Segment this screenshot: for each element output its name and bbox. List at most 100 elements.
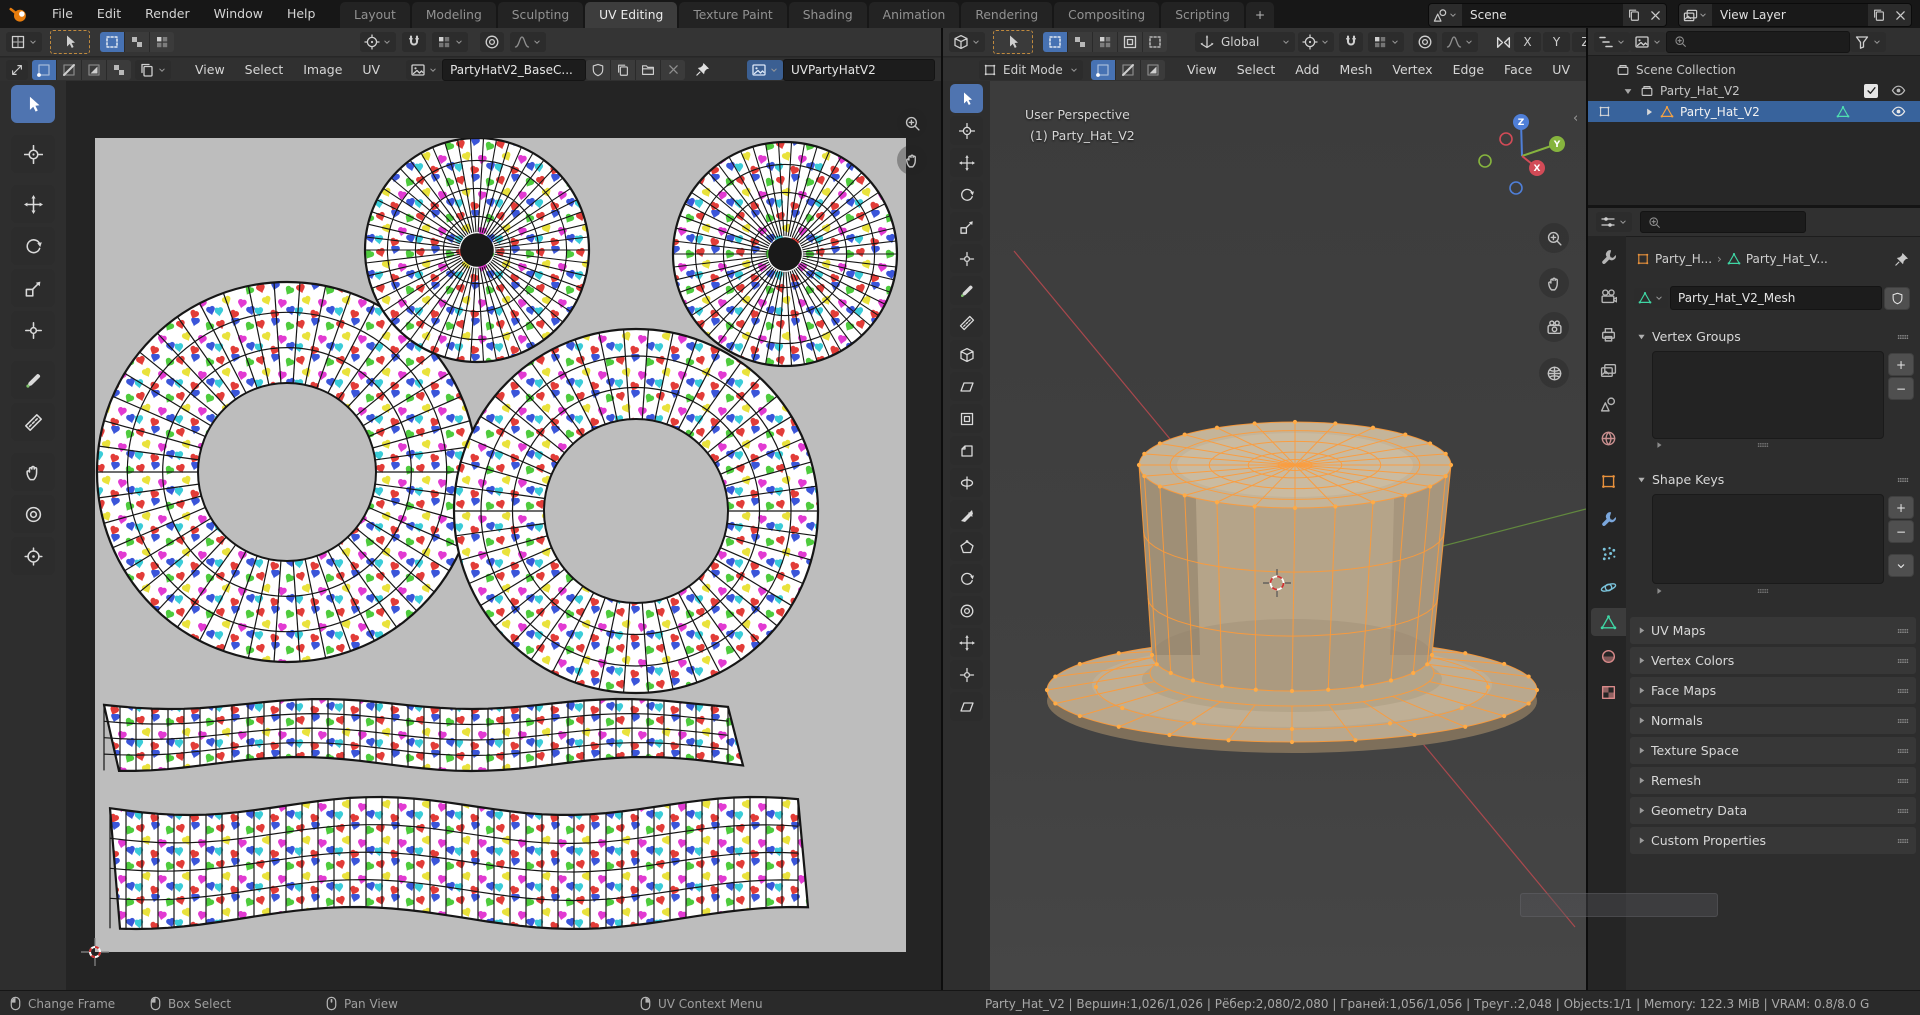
panel-normals[interactable]: Normals (1630, 707, 1916, 734)
proportional-toggle[interactable] (1413, 32, 1437, 52)
outliner-row-collection[interactable]: Party_Hat_V2 (1588, 80, 1920, 101)
breadcrumb-object[interactable]: Party_H... (1655, 252, 1712, 266)
orientation-dropdown[interactable]: Global (1195, 32, 1295, 52)
view-layer-name[interactable]: View Layer (1712, 4, 1868, 26)
viewport-measure-tool-button[interactable] (950, 308, 983, 337)
mode-dropdown[interactable]: Edit Mode (979, 59, 1084, 80)
uv-vertex-mode-button[interactable] (32, 59, 57, 80)
vertex-group-add-button[interactable]: + (1888, 353, 1914, 376)
mirror-z-button[interactable]: Z (1572, 32, 1586, 52)
pivot-dropdown[interactable] (1298, 32, 1334, 52)
menu-file[interactable]: File (40, 0, 85, 28)
viewport-menu-add[interactable]: Add (1285, 59, 1329, 81)
viewport-menu-view[interactable]: View (1177, 59, 1227, 81)
viewport-editor-type-button[interactable] (949, 32, 985, 52)
snap-toggle[interactable] (1339, 32, 1363, 52)
viewport-menu-edge[interactable]: Edge (1443, 59, 1494, 81)
uv-island-mode-button[interactable] (107, 59, 131, 80)
duplicate-image-button[interactable] (611, 59, 637, 80)
menu-edit[interactable]: Edit (85, 0, 133, 28)
properties-pin-icon[interactable] (1894, 252, 1909, 267)
viewport-menu-select[interactable]: Select (1227, 59, 1286, 81)
face-select-button[interactable] (1141, 59, 1166, 80)
mirror-x-button[interactable]: X (1514, 32, 1541, 52)
menu-render[interactable]: Render (133, 0, 202, 28)
new-image-button[interactable] (586, 59, 612, 80)
workspace-tab-rendering[interactable]: Rendering (961, 2, 1053, 28)
shape-keys-filter-toggle[interactable] (1654, 586, 1664, 596)
collection-checkbox[interactable] (1864, 83, 1878, 98)
viewport-cursor-tool-button[interactable] (950, 116, 983, 145)
workspace-tab-scripting[interactable]: Scripting (1161, 2, 1244, 28)
uv-menu-select[interactable]: Select (235, 59, 294, 81)
workspace-tab-layout[interactable]: Layout (340, 2, 410, 28)
properties-tab-object-data[interactable] (1591, 608, 1626, 636)
properties-editor-type-button[interactable] (1596, 212, 1632, 232)
viewport-shear-tool-button[interactable] (950, 692, 983, 721)
select-extend-button[interactable] (1068, 32, 1093, 52)
workspace-tab-modeling[interactable]: Modeling (411, 2, 496, 28)
viewport-rotate-tool-button[interactable] (950, 180, 983, 209)
uv-measure-tool-button[interactable] (11, 403, 55, 441)
viewport-knife-tool-button[interactable] (950, 500, 983, 529)
shape-keys-resize-grip[interactable] (1756, 584, 1770, 598)
view-layer-selector[interactable]: View Layer (1678, 3, 1912, 27)
vertex-select-button[interactable] (1091, 59, 1117, 80)
uv-select-box-button[interactable] (100, 32, 125, 52)
panel-custom-properties[interactable]: Custom Properties (1630, 827, 1916, 854)
uv-pivot-dropdown[interactable] (360, 32, 396, 52)
vertex-groups-panel-header[interactable]: Vertex Groups (1636, 329, 1910, 344)
outliner-display-mode-dropdown[interactable] (1594, 31, 1630, 52)
viewport-menu-face[interactable]: Face (1494, 59, 1542, 81)
uv-sync-selection-toggle[interactable] (6, 59, 28, 80)
scene-name[interactable]: Scene (1462, 4, 1623, 26)
properties-tab-physics[interactable] (1591, 573, 1626, 601)
shape-keys-panel-header[interactable]: Shape Keys (1636, 472, 1910, 487)
outliner-search-input[interactable] (1666, 30, 1850, 53)
properties-tab-material[interactable] (1591, 642, 1626, 670)
uv-move-tool-button[interactable] (11, 185, 55, 223)
viewport-inset-faces-tool-button[interactable] (950, 404, 983, 433)
menu-window[interactable]: Window (202, 0, 275, 28)
panel-uv-maps[interactable]: UV Maps (1630, 617, 1916, 644)
panel-grip-icon[interactable] (1896, 473, 1910, 487)
viewport-extrude-region-tool-button[interactable] (950, 372, 983, 401)
open-image-button[interactable] (636, 59, 662, 80)
properties-tab-view-layer[interactable] (1591, 356, 1626, 384)
uv-grab-tool-button[interactable] (11, 453, 55, 491)
uv-cursor-tool-button[interactable] (11, 135, 55, 173)
viewport-canvas[interactable]: User Perspective (1) Party_Hat_V2 Z Y X ‹ (990, 81, 1586, 990)
uv-select-extend-button[interactable] (125, 32, 150, 52)
vertex-group-remove-button[interactable]: − (1888, 377, 1914, 400)
properties-tab-modifiers[interactable] (1591, 504, 1626, 532)
uv-menu-uv[interactable]: UV (352, 59, 390, 81)
sidebar-toggle-icon[interactable]: ‹ (1573, 111, 1578, 126)
viewport-bevel-tool-button[interactable] (950, 436, 983, 465)
select-difference-button[interactable] (1118, 32, 1143, 52)
shape-key-remove-button[interactable]: − (1888, 520, 1914, 543)
viewport-shrink-fatten-tool-button[interactable] (950, 660, 983, 689)
select-box-button[interactable] (1043, 32, 1068, 52)
properties-tab-render[interactable] (1591, 282, 1626, 310)
uv-face-mode-button[interactable] (82, 59, 107, 80)
uv-image-name-field[interactable]: PartyHatV2_BaseC... (442, 58, 587, 81)
panel-geometry-data[interactable]: Geometry Data (1630, 797, 1916, 824)
workspace-tab-texture-paint[interactable]: Texture Paint (679, 2, 787, 28)
uv-tweak-tool-button[interactable] (11, 85, 55, 123)
snap-dropdown[interactable] (1368, 32, 1404, 52)
viewport-zoom-icon[interactable] (1539, 223, 1569, 253)
workspace-tab-shading[interactable]: Shading (788, 2, 867, 28)
unlink-image-button[interactable] (661, 59, 686, 80)
panel-remesh[interactable]: Remesh (1630, 767, 1916, 794)
uv-map-browse-button[interactable] (747, 59, 783, 80)
viewport-scale-tool-button[interactable] (950, 212, 983, 241)
uv-proportional-toggle[interactable] (480, 32, 504, 52)
select-intersect-button[interactable] (1143, 32, 1167, 52)
panel-face-maps[interactable]: Face Maps (1630, 677, 1916, 704)
uv-falloff-dropdown[interactable] (510, 32, 546, 52)
uv-editor-type-button[interactable] (6, 32, 42, 52)
shape-key-specials-button[interactable] (1888, 554, 1914, 577)
viewport-camera-icon[interactable] (1539, 312, 1569, 342)
viewport-poly-build-tool-button[interactable] (950, 532, 983, 561)
viewport-add-cube-tool-button[interactable] (950, 340, 983, 369)
